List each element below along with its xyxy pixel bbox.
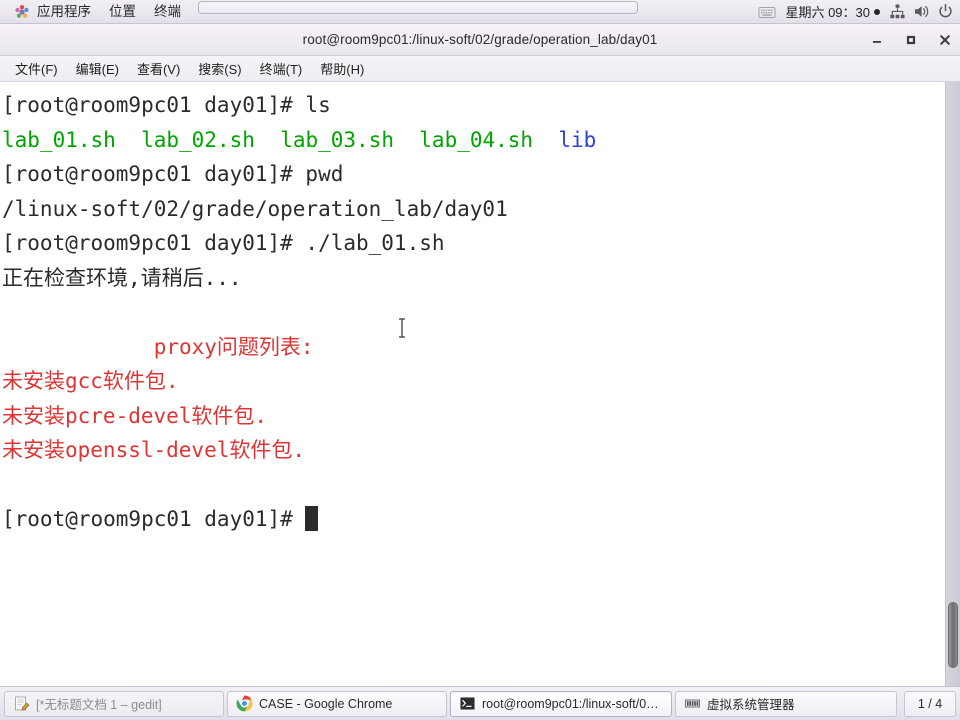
panel-clock-label: 星期六 09：30 bbox=[785, 5, 870, 20]
virt-manager-icon bbox=[684, 695, 701, 712]
window-titlebar[interactable]: root@room9pc01:/linux-soft/02/grade/oper… bbox=[0, 24, 960, 56]
terminal-text-segment: [root@room9pc01 day01]# ls bbox=[2, 93, 331, 117]
recording-dot-icon bbox=[874, 8, 880, 15]
menu-help[interactable]: 帮助(H) bbox=[311, 57, 373, 80]
terminal-text-segment: [root@room9pc01 day01]# bbox=[2, 507, 306, 531]
terminal-line: proxy问题列表: bbox=[2, 330, 935, 365]
taskbar-item-terminal[interactable]: root@room9pc01:/linux-soft/0… bbox=[450, 690, 672, 717]
menu-view[interactable]: 查看(V) bbox=[128, 57, 189, 80]
terminal-text-segment: 未安装pcre-devel软件包. bbox=[2, 403, 268, 428]
applications-starburst-icon bbox=[14, 4, 30, 20]
terminal-line: 未安装openssl-devel软件包. bbox=[2, 433, 935, 468]
terminal-cursor bbox=[305, 506, 319, 531]
maximize-button[interactable] bbox=[902, 31, 920, 49]
network-icon[interactable] bbox=[889, 3, 906, 20]
terminal-scrollbar-thumb[interactable] bbox=[948, 602, 958, 668]
top-panel: 应用程序 位置 终端 星期六 09：30 bbox=[0, 0, 960, 24]
terminal-text-segment: lib bbox=[558, 127, 597, 152]
terminal-text-segment: lab_02.sh bbox=[141, 127, 255, 152]
power-icon[interactable] bbox=[937, 3, 954, 20]
menu-edit[interactable]: 编辑(E) bbox=[67, 57, 128, 80]
terminal-line: [root@room9pc01 day01]# ./lab_01.sh bbox=[2, 226, 935, 261]
keyboard-icon[interactable] bbox=[758, 5, 776, 19]
close-button[interactable] bbox=[936, 31, 954, 49]
panel-menu-places[interactable]: 位置 bbox=[100, 1, 145, 23]
terminal-text-segment: /linux-soft/02/grade/operation_lab/day01 bbox=[2, 196, 508, 221]
taskbar-item-gedit[interactable]: [*无标题文档 1 – gedit] bbox=[4, 690, 224, 717]
taskbar-item-chrome-label: CASE - Google Chrome bbox=[259, 696, 393, 711]
terminal-window: root@room9pc01:/linux-soft/02/grade/oper… bbox=[0, 24, 960, 686]
terminal-line: 未安装gcc软件包. bbox=[2, 364, 935, 399]
workspace-switcher[interactable]: 1 / 4 bbox=[904, 690, 956, 717]
terminal-line: lab_01.sh lab_02.sh lab_03.sh lab_04.sh … bbox=[2, 123, 935, 158]
terminal-line: [root@room9pc01 day01]# pwd bbox=[2, 157, 935, 192]
terminal-line: [root@room9pc01 day01]# bbox=[2, 502, 935, 537]
terminal-icon bbox=[459, 695, 476, 712]
terminal-text-segment: lab_03.sh bbox=[280, 127, 394, 152]
terminal-menubar: 文件(F) 编辑(E) 查看(V) 搜索(S) 终端(T) 帮助(H) bbox=[0, 56, 960, 82]
terminal-scrollbar[interactable] bbox=[945, 82, 960, 686]
top-panel-tray: 星期六 09：30 bbox=[758, 0, 960, 24]
taskbar-item-gedit-label: [*无标题文档 1 – gedit] bbox=[36, 698, 162, 712]
desktop-screen: 应用程序 位置 终端 星期六 09：30 root@room9pc01:/lin… bbox=[0, 0, 960, 720]
terminal-line: 未安装pcre-devel软件包. bbox=[2, 399, 935, 434]
workspace-indicator-label: 1 / 4 bbox=[917, 696, 943, 711]
panel-window-list-box[interactable] bbox=[198, 0, 638, 14]
menu-search[interactable]: 搜索(S) bbox=[189, 57, 250, 80]
terminal-text-segment: [root@room9pc01 day01]# pwd bbox=[2, 162, 344, 186]
window-controls bbox=[868, 24, 954, 56]
taskbar: [*无标题文档 1 – gedit] CASE - Google Chrome bbox=[0, 686, 960, 720]
terminal-text-segment: [root@room9pc01 day01]# ./lab_01.sh bbox=[2, 231, 445, 255]
terminal-text-segment: lab_04.sh bbox=[419, 127, 534, 152]
terminal-line: [root@room9pc01 day01]# ls bbox=[2, 88, 935, 123]
taskbar-item-virt-manager-label: 虚拟系统管理器 bbox=[707, 698, 795, 712]
volume-icon[interactable] bbox=[913, 3, 930, 20]
chrome-icon bbox=[236, 695, 253, 712]
panel-menu-applications[interactable]: 应用程序 bbox=[5, 1, 100, 23]
top-panel-menus: 应用程序 位置 终端 bbox=[0, 0, 190, 24]
terminal-text-segment: lab_01.sh bbox=[2, 127, 116, 152]
terminal-output: [root@room9pc01 day01]# ls lab_01.sh lab_… bbox=[0, 82, 935, 537]
terminal-text-segment: 未安装gcc软件包. bbox=[2, 369, 179, 393]
taskbar-item-virt-manager[interactable]: 虚拟系统管理器 bbox=[675, 690, 897, 717]
window-title: root@room9pc01:/linux-soft/02/grade/oper… bbox=[302, 32, 658, 47]
panel-clock[interactable]: 星期六 09：30 bbox=[783, 2, 882, 21]
minimize-button[interactable] bbox=[868, 31, 886, 49]
terminal-text-segment: 未安装openssl-devel软件包. bbox=[2, 438, 306, 462]
panel-window-list-area bbox=[190, 0, 758, 24]
panel-menu-applications-label: 应用程序 bbox=[37, 3, 91, 19]
terminal-line: /linux-soft/02/grade/operation_lab/day01 bbox=[2, 192, 935, 227]
taskbar-item-terminal-label: root@room9pc01:/linux-soft/0… bbox=[482, 696, 659, 711]
taskbar-item-chrome[interactable]: CASE - Google Chrome bbox=[227, 690, 447, 717]
terminal-screen[interactable]: [root@room9pc01 day01]# ls lab_01.sh lab_… bbox=[0, 82, 960, 686]
terminal-text-segment: proxy问题列表: bbox=[2, 334, 314, 359]
terminal-text-segment: 正在检查环境,请稍后... bbox=[2, 265, 242, 290]
menu-file[interactable]: 文件(F) bbox=[6, 57, 67, 80]
terminal-line: 正在检查环境,请稍后... bbox=[2, 261, 935, 296]
menu-terminal[interactable]: 终端(T) bbox=[251, 57, 312, 80]
panel-menu-terminal[interactable]: 终端 bbox=[145, 1, 190, 23]
gedit-icon bbox=[13, 695, 30, 712]
